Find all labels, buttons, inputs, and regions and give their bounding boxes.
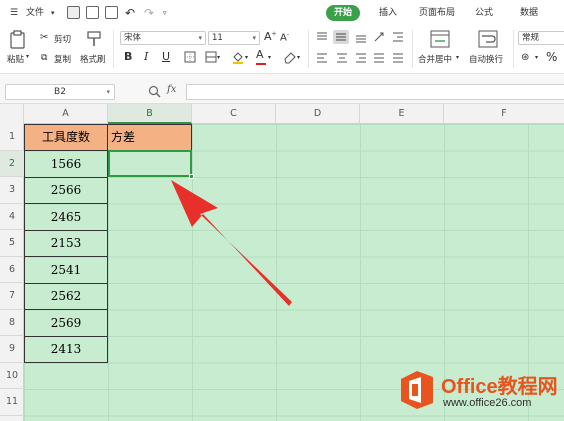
font-name-chevron-icon: ▾: [198, 34, 202, 42]
percent-button[interactable]: %: [546, 50, 557, 64]
name-box-chevron-icon: ▾: [106, 88, 110, 96]
format-painter-icon[interactable]: [86, 30, 102, 48]
save-icon[interactable]: [67, 6, 80, 19]
font-color-button[interactable]: A: [256, 48, 264, 61]
italic-button[interactable]: I: [144, 50, 148, 63]
text-direction-icon[interactable]: [373, 31, 385, 43]
font-size-chevron-icon: ▾: [252, 34, 256, 42]
shrink-font-button[interactable]: A-: [280, 31, 289, 43]
number-format-select[interactable]: 常规: [518, 31, 564, 45]
ribbon-separator: [513, 30, 514, 68]
align-left-icon[interactable]: [316, 53, 328, 64]
font-color-chevron-icon[interactable]: ▾: [268, 54, 271, 61]
format-painter-button[interactable]: 格式刷: [80, 53, 106, 65]
spreadsheet-window: ☰ 文件 ▾ ↶ ↷ ▿ 开始 插入 页面布局 公式 数据 粘贴 ▾ ✂ 剪切 …: [0, 0, 564, 421]
wrap-text-icon[interactable]: [478, 30, 498, 48]
fx-icon[interactable]: fx: [167, 84, 176, 95]
tab-data[interactable]: 数据: [520, 5, 538, 21]
redo-icon[interactable]: ↷: [144, 0, 154, 26]
ribbon-separator: [308, 30, 309, 68]
file-menu[interactable]: 文件: [26, 0, 44, 26]
decrease-indent-icon[interactable]: [392, 31, 404, 43]
align-center-icon[interactable]: [336, 53, 348, 64]
copy-button[interactable]: 复制: [54, 53, 71, 65]
quick-access-more-icon[interactable]: ▿: [163, 0, 167, 26]
number-format-value: 常规: [522, 33, 540, 43]
tab-start[interactable]: 开始: [326, 5, 361, 21]
ribbon-toolbar: 粘贴 ▾ ✂ 剪切 ⧉ 复制 格式刷 宋体 ▾ 11 ▾ A+ A- B I U: [0, 26, 564, 74]
font-size-select[interactable]: 11 ▾: [208, 31, 260, 45]
align-bottom-icon[interactable]: [355, 32, 367, 43]
watermark: Office教程网 www.office26.com: [397, 367, 562, 417]
menu-bar: ☰ 文件 ▾ ↶ ↷ ▿ 开始 插入 页面布局 公式 数据: [0, 0, 564, 26]
font-name-value: 宋体: [124, 33, 142, 43]
font-size-value: 11: [212, 33, 223, 43]
merge-cells-icon[interactable]: [205, 51, 217, 63]
name-box-value: B2: [54, 87, 66, 97]
justify-icon[interactable]: [373, 53, 385, 64]
formula-input[interactable]: [186, 84, 564, 100]
font-name-select[interactable]: 宋体 ▾: [120, 31, 206, 45]
clear-format-icon[interactable]: [283, 50, 297, 64]
paste-icon[interactable]: [9, 30, 27, 50]
distributed-icon[interactable]: [392, 53, 404, 64]
align-middle-icon[interactable]: [333, 30, 349, 44]
ribbon-separator: [113, 30, 114, 68]
merge-center-icon[interactable]: [430, 30, 450, 48]
currency-chevron-icon[interactable]: ▾: [535, 54, 538, 61]
merge-cells-chevron-icon[interactable]: ▾: [217, 54, 220, 61]
align-right-icon[interactable]: [355, 53, 367, 64]
paste-chevron-icon[interactable]: ▾: [26, 53, 29, 60]
ribbon-separator: [412, 30, 413, 68]
watermark-title: Office教程网: [441, 376, 558, 398]
clear-format-chevron-icon[interactable]: ▾: [297, 54, 300, 61]
undo-icon[interactable]: ↶: [125, 0, 135, 26]
tab-insert[interactable]: 插入: [379, 5, 397, 21]
paste-button[interactable]: 粘贴: [7, 53, 24, 65]
borders-icon[interactable]: [184, 51, 196, 63]
copy-icon[interactable]: ⧉: [41, 53, 47, 63]
fill-color-chevron-icon[interactable]: ▾: [245, 54, 248, 61]
tab-page-layout[interactable]: 页面布局: [419, 5, 455, 21]
watermark-url: www.office26.com: [443, 397, 532, 409]
cut-icon[interactable]: ✂: [40, 32, 48, 43]
merge-center-button[interactable]: 合并居中: [418, 53, 452, 65]
currency-icon[interactable]: ⊛: [521, 52, 529, 63]
print-icon[interactable]: [86, 6, 99, 19]
grow-font-letter: A: [264, 30, 272, 43]
font-color-letter: A: [256, 48, 264, 61]
wrap-text-button[interactable]: 自动换行: [469, 53, 503, 65]
grow-font-button[interactable]: A+: [264, 30, 277, 43]
bold-button[interactable]: B: [124, 50, 132, 63]
print-preview-icon[interactable]: [105, 6, 118, 19]
name-box[interactable]: B2 ▾: [5, 84, 115, 100]
merge-center-chevron-icon[interactable]: ▾: [456, 54, 459, 61]
file-menu-chevron-icon[interactable]: ▾: [51, 0, 55, 26]
shrink-font-letter: A: [280, 32, 287, 44]
fill-color-icon[interactable]: [231, 50, 245, 64]
hamburger-menu-icon[interactable]: ☰: [10, 0, 18, 26]
cut-button[interactable]: 剪切: [54, 33, 71, 45]
office-logo-icon: [401, 371, 433, 409]
underline-button[interactable]: U: [162, 50, 170, 63]
formula-bar: B2 ▾ fx: [0, 74, 564, 104]
align-top-icon[interactable]: [316, 32, 328, 43]
sheet-grid: A B C D E F 1 2 3 4 5 6 7 8 9 10 11 工具度数 方差 1566 25…: [0, 104, 564, 421]
font-color-swatch: [256, 63, 266, 65]
zoom-search-icon[interactable]: [148, 85, 161, 98]
tab-formulas[interactable]: 公式: [475, 5, 493, 21]
